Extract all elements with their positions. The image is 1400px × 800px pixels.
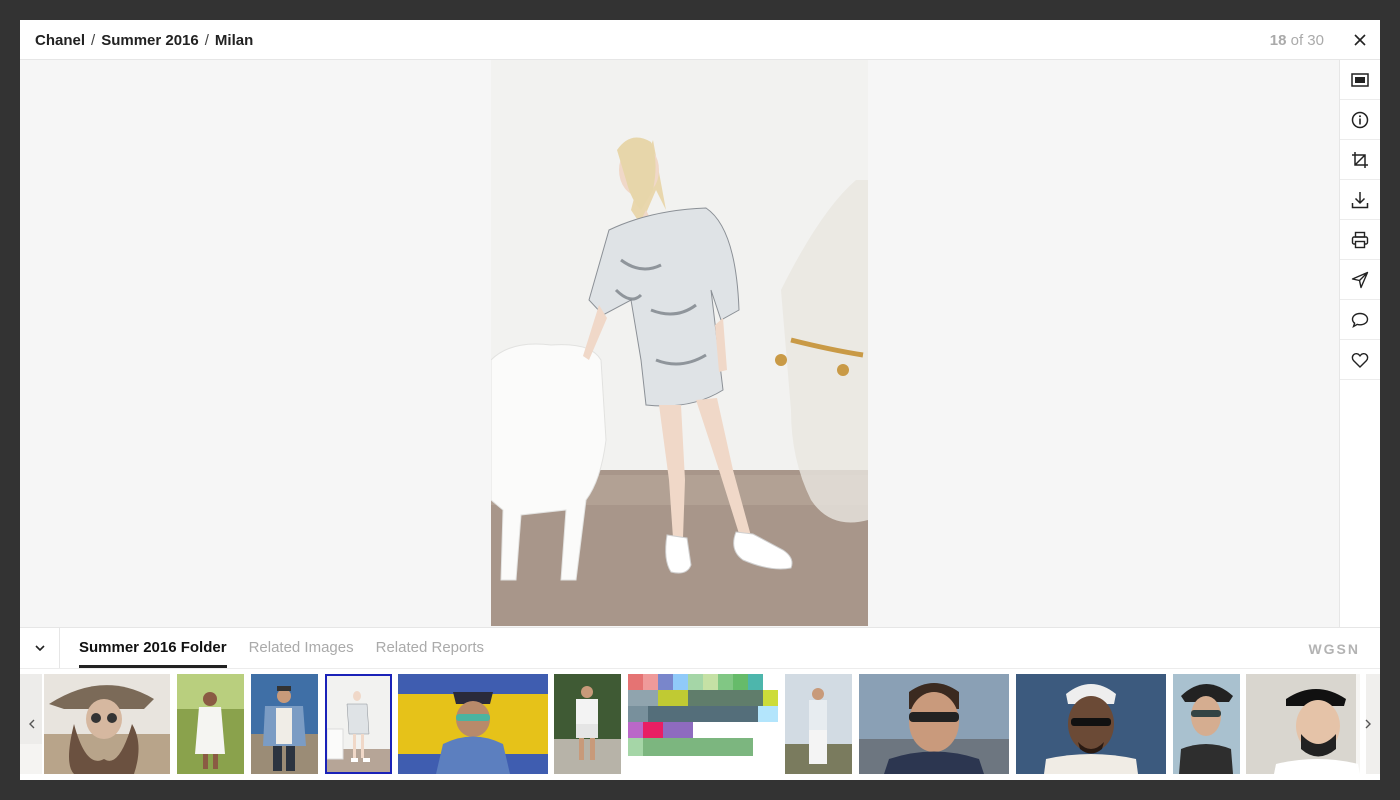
download-icon (1351, 191, 1369, 208)
next-thumbnails-button[interactable] (1356, 674, 1380, 774)
main-image[interactable] (491, 60, 868, 626)
image-toolbar (1339, 60, 1380, 627)
thumbnail[interactable] (859, 674, 1009, 774)
crop-button[interactable] (1340, 140, 1380, 180)
chevron-down-icon (34, 645, 45, 651)
thumbnail-strip (20, 674, 1380, 774)
share-button[interactable] (1340, 260, 1380, 300)
filmstrip-panel: Summer 2016 Folder Related Images Relate… (20, 627, 1380, 780)
image-stage (20, 60, 1339, 627)
thumbnail[interactable] (554, 674, 621, 774)
thumbnail[interactable] (1016, 674, 1166, 774)
previous-thumbnails-button[interactable] (20, 674, 44, 774)
fullscreen-icon (1351, 72, 1369, 87)
thumbnail[interactable] (1173, 674, 1240, 774)
close-button[interactable] (1340, 20, 1380, 60)
heart-icon (1351, 352, 1369, 368)
comment-icon (1351, 312, 1369, 328)
image-counter: 18 of 30 (1270, 32, 1324, 49)
breadcrumb-item-city[interactable]: Milan (215, 32, 253, 49)
thumbnail[interactable] (177, 674, 244, 774)
print-icon (1351, 231, 1369, 248)
thumbnail[interactable] (251, 674, 318, 774)
thumbnail[interactable] (1246, 674, 1360, 774)
filmstrip-tabs: Summer 2016 Folder Related Images Relate… (79, 628, 506, 668)
thumbnail[interactable] (44, 674, 170, 774)
brand-logo: WGSN (1308, 641, 1360, 657)
viewer-header: Chanel / Summer 2016 / Milan 18 of 30 (20, 20, 1380, 60)
chevron-right-icon (1365, 719, 1371, 729)
image-counter-current: 18 (1269, 32, 1287, 49)
tab-related-images[interactable]: Related Images (249, 628, 354, 668)
thumbnail[interactable] (785, 674, 852, 774)
close-icon (1354, 34, 1366, 46)
download-button[interactable] (1340, 180, 1380, 220)
breadcrumb-separator: / (91, 32, 96, 49)
thumbnail-selected[interactable] (325, 674, 392, 774)
breadcrumb-separator: / (204, 32, 209, 49)
thumbnail[interactable] (398, 674, 548, 774)
info-icon (1351, 111, 1369, 128)
print-button[interactable] (1340, 220, 1380, 260)
collapse-panel-button[interactable] (20, 628, 60, 668)
tab-related-reports[interactable]: Related Reports (376, 628, 484, 668)
send-icon (1351, 271, 1369, 288)
image-viewer-modal: Chanel / Summer 2016 / Milan 18 of 30 Summ… (20, 20, 1380, 780)
breadcrumb-item-brand[interactable]: Chanel (35, 32, 85, 49)
comment-button[interactable] (1340, 300, 1380, 340)
info-button[interactable] (1340, 100, 1380, 140)
thumbnail[interactable] (628, 674, 778, 774)
breadcrumb: Chanel / Summer 2016 / Milan (35, 32, 253, 49)
chevron-left-icon (29, 719, 35, 729)
tab-summer-2016-folder[interactable]: Summer 2016 Folder (79, 628, 227, 668)
crop-icon (1352, 151, 1368, 168)
fullscreen-button[interactable] (1340, 60, 1380, 100)
divider (20, 668, 1380, 669)
favorite-button[interactable] (1340, 340, 1380, 380)
image-counter-total: of 30 (1290, 32, 1324, 49)
breadcrumb-item-season[interactable]: Summer 2016 (101, 32, 199, 49)
